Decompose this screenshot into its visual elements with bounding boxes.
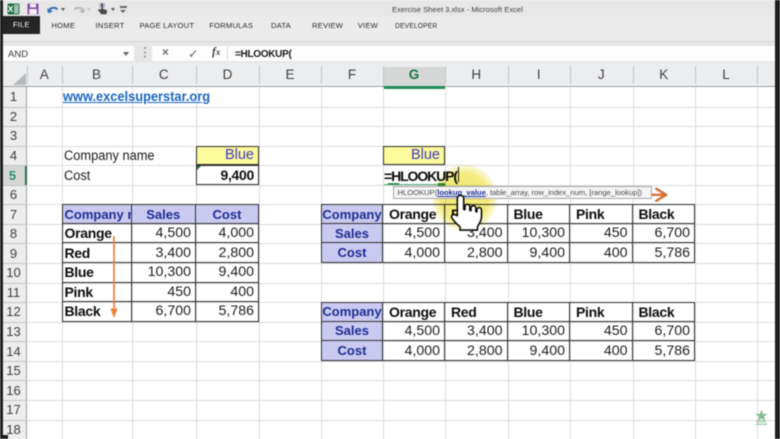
svg-text:EXCEL: EXCEL (757, 420, 767, 424)
svg-text:X: X (8, 4, 14, 14)
svg-text:SUPERSTAR: SUPERSTAR (756, 423, 768, 426)
